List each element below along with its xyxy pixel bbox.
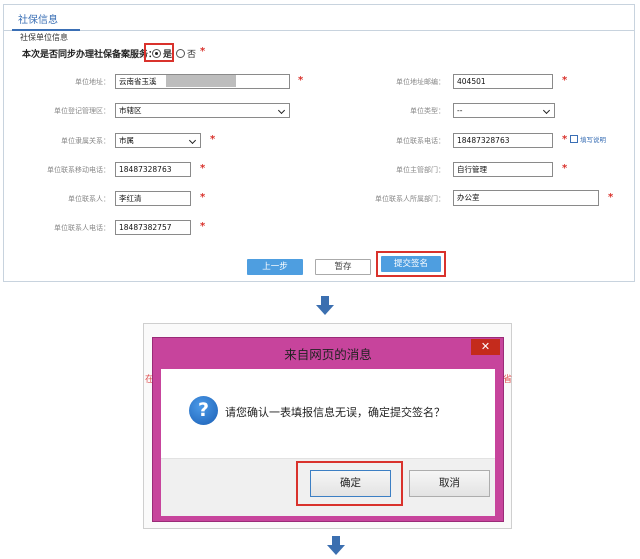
redacted-address-block <box>166 75 236 87</box>
postal-code-input[interactable]: 404501 <box>453 74 553 89</box>
required-mark: * <box>562 163 568 174</box>
affiliation-label: 单位隶属关系： <box>61 137 110 145</box>
required-mark: * <box>562 75 568 86</box>
dialog-title: 来自网页的消息 <box>284 347 372 362</box>
contact-dept-label: 单位联系人所属部门： <box>375 195 445 203</box>
contact-dept-input[interactable]: 办公室 <box>453 190 599 206</box>
supervisor-dept-label: 单位主管部门： <box>396 166 445 174</box>
cancel-button[interactable]: 取消 <box>409 470 490 497</box>
required-mark: * <box>608 192 614 203</box>
save-draft-button[interactable]: 暂存 <box>315 259 371 275</box>
radio-yes[interactable] <box>152 49 161 58</box>
district-select[interactable]: 市辖区 <box>115 103 290 118</box>
unit-type-label: 单位类型： <box>410 107 445 115</box>
help-icon[interactable] <box>570 135 578 143</box>
required-mark: * <box>200 46 206 57</box>
tab-bar: 社保信息 <box>4 5 634 31</box>
unit-mobile-label: 单位联系移动电话： <box>47 166 110 174</box>
unit-address-label: 单位地址： <box>75 78 110 86</box>
radio-yes-label[interactable]: 是 <box>163 47 172 60</box>
unit-mobile-input[interactable]: 18487328763 <box>115 162 191 177</box>
confirm-dialog: 来自网页的消息 ✕ ? 请您确认一表填报信息无误，确定提交签名？ 确定 取消 <box>152 337 504 522</box>
section-title: 社保单位信息 <box>20 33 68 42</box>
contact-phone-label: 单位联系人电话： <box>54 224 110 232</box>
tab-social-security-info[interactable]: 社保信息 <box>18 11 58 26</box>
sync-question-label: 本次是否同步办理社保备案服务： <box>22 50 158 60</box>
required-mark: * <box>200 221 206 232</box>
help-link[interactable]: 填写说明 <box>580 134 606 144</box>
dialog-message: 请您确认一表填报信息无误，确定提交签名？ <box>225 406 445 419</box>
required-mark: * <box>200 163 206 174</box>
tab-underline <box>12 29 80 31</box>
contact-person-input[interactable]: 李红清 <box>115 191 191 206</box>
contact-person-label: 单位联系人： <box>68 195 110 203</box>
question-icon: ? <box>189 396 218 425</box>
down-arrow-icon <box>327 536 345 555</box>
dialog-body: ? 请您确认一表填报信息无误，确定提交签名？ 确定 取消 <box>161 369 495 516</box>
unit-phone-input[interactable]: 18487328763 <box>453 133 553 148</box>
radio-no-label[interactable]: 否 <box>187 47 196 60</box>
ok-button[interactable]: 确定 <box>310 470 391 497</box>
postal-code-label: 单位地址邮编： <box>396 78 445 86</box>
submit-signature-button[interactable]: 提交签名 <box>381 256 441 272</box>
district-label: 单位登记管理区： <box>54 107 110 115</box>
supervisor-dept-input[interactable]: 自行管理 <box>453 162 553 177</box>
required-mark: * <box>298 75 304 86</box>
radio-no[interactable] <box>176 49 185 58</box>
affiliation-select[interactable]: 市属 <box>115 133 201 148</box>
close-button[interactable]: ✕ <box>471 339 500 355</box>
required-mark: * <box>200 192 206 203</box>
required-mark: * <box>210 134 216 145</box>
background-text-fragment: 省 <box>503 375 513 385</box>
contact-phone-input[interactable]: 18487382757 <box>115 220 191 235</box>
previous-step-button[interactable]: 上一步 <box>247 259 303 275</box>
required-mark: * <box>562 134 568 145</box>
down-arrow-icon <box>316 296 334 315</box>
unit-type-select[interactable]: -- <box>453 103 555 118</box>
unit-phone-label: 单位联系电话： <box>396 137 445 145</box>
